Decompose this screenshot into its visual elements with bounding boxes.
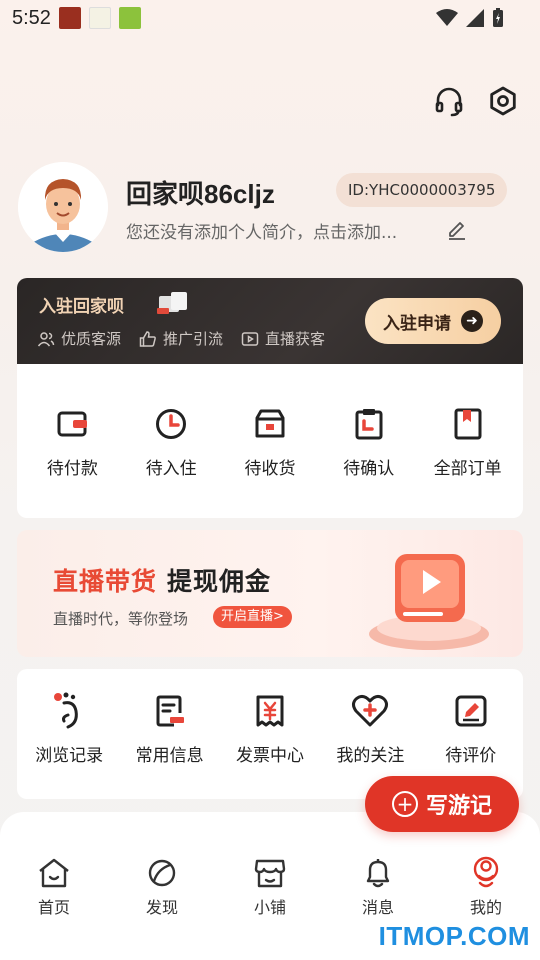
status-indicators [436,8,504,28]
write-travelogue-button[interactable]: + 写游记 [365,776,519,832]
service-my-follows[interactable]: 我的关注 [322,691,418,766]
feature-item: 推广引流 [139,328,223,349]
wallet-icon [52,404,92,444]
bell-icon [361,856,395,890]
info-doc-icon [150,691,190,731]
wifi-icon [436,9,458,26]
status-bar: 5:52 [0,0,540,36]
signal-icon [466,9,484,27]
live-promo-banner[interactable]: 直播带货 提现佣金 直播时代，等你登场 开启直播> [17,530,523,657]
tab-shop[interactable]: 小铺 [225,856,315,926]
join-orders-card: 入驻回家呗 优质客源 推广引流 直播获客 入驻申请 ➜ 待付款 待入住 待收货 … [17,278,523,518]
feature-item: 优质客源 [37,328,121,349]
service-label: 我的关注 [336,746,405,766]
review-icon [451,691,491,731]
profile-icon [469,856,503,890]
order-all[interactable]: 全部订单 [420,404,516,479]
tab-messages[interactable]: 消息 [333,856,423,926]
watermark: ITMOP.COM [378,921,530,951]
live-video-illustration-icon [367,548,497,653]
join-apply-button[interactable]: 入驻申请 ➜ [365,298,501,344]
clipboard-icon [349,404,389,444]
plus-icon: + [391,791,418,817]
app-notification-icon [58,7,81,29]
settings-icon[interactable] [486,84,520,118]
feature-label: 推广引流 [163,330,224,348]
heart-plus-icon [350,691,390,731]
shop-icon [253,856,287,890]
join-features: 优质客源 推广引流 直播获客 [37,328,325,349]
order-pending-checkin[interactable]: 待入住 [123,404,219,479]
bio-text[interactable]: 您还没有添加个人简介，点击添加... [126,218,397,243]
order-pending-confirm[interactable]: 待确认 [321,404,417,479]
write-travelogue-label: 写游记 [425,794,492,819]
feature-item: 直播获客 [241,328,325,349]
arrow-right-icon: ➜ [461,310,483,332]
service-browse-history[interactable]: 浏览记录 [21,691,117,766]
service-common-info[interactable]: 常用信息 [122,691,218,766]
service-label: 发票中心 [235,746,304,766]
service-shortcuts: 浏览记录 常用信息 发票中心 我的关注 待评价 [17,691,523,766]
order-label: 全部订单 [433,459,502,479]
discover-icon [145,856,179,890]
user-id-badge[interactable]: ID:YHC0000003795 [336,173,508,207]
live-title-dark: 提现佣金 [167,567,272,596]
service-label: 常用信息 [135,746,204,766]
service-invoice-center[interactable]: 发票中心 [222,691,318,766]
battery-icon [493,8,503,27]
join-banner[interactable]: 入驻回家呗 优质客源 推广引流 直播获客 入驻申请 ➜ [17,278,523,364]
live-title: 直播带货 提现佣金 [53,562,271,598]
bookmark-doc-icon [448,404,488,444]
users-icon [37,331,55,346]
order-shortcuts: 待付款 待入住 待收货 待确认 全部订单 [17,404,523,479]
profile-header: 回家呗86cljz ID:YHC0000003795 您还没有添加个人简介，点击… [18,160,522,255]
customer-service-icon[interactable] [432,84,466,118]
tab-discover[interactable]: 发现 [117,856,207,926]
tab-label: 消息 [361,898,394,917]
status-time: 5:52 [12,6,51,29]
order-pending-receipt[interactable]: 待收货 [222,404,318,479]
join-title: 入驻回家呗 [39,297,124,317]
service-pending-review[interactable]: 待评价 [423,691,519,766]
feature-label: 直播获客 [265,330,326,348]
top-actions [432,84,520,118]
app-notification-icon [118,7,141,29]
live-title-red: 直播带货 [53,567,158,596]
live-subtitle: 直播时代，等你登场 [53,610,189,628]
order-label: 待入住 [145,459,197,479]
order-label: 待收货 [244,459,296,479]
service-label: 待评价 [445,746,497,766]
live-icon [241,331,259,346]
package-icon [250,404,290,444]
invoice-icon [250,691,290,731]
join-apply-label: 入驻申请 [383,313,451,334]
home-icon [37,856,71,890]
tab-home[interactable]: 首页 [9,856,99,926]
order-label: 待确认 [343,459,395,479]
tab-me[interactable]: 我的 [441,856,531,926]
avatar[interactable] [18,162,108,252]
shop-badge-icon [155,290,191,316]
tab-label: 首页 [37,898,70,917]
service-label: 浏览记录 [35,746,104,766]
tab-label: 小铺 [253,898,286,917]
edit-icon[interactable] [446,218,470,242]
username: 回家呗86cljz [126,179,275,209]
tab-label: 发现 [145,898,178,917]
app-notification-icon [88,7,111,29]
thumbs-up-icon [139,330,156,347]
footprint-icon [49,691,89,731]
bottom-tab-bar: 首页 发现 小铺 消息 我的 [0,856,540,926]
order-pending-payment[interactable]: 待付款 [24,404,120,479]
order-label: 待付款 [46,459,98,479]
clock-icon [151,404,191,444]
tab-label: 我的 [469,898,502,917]
start-live-button[interactable]: 开启直播> [213,606,292,628]
feature-label: 优质客源 [61,330,122,348]
